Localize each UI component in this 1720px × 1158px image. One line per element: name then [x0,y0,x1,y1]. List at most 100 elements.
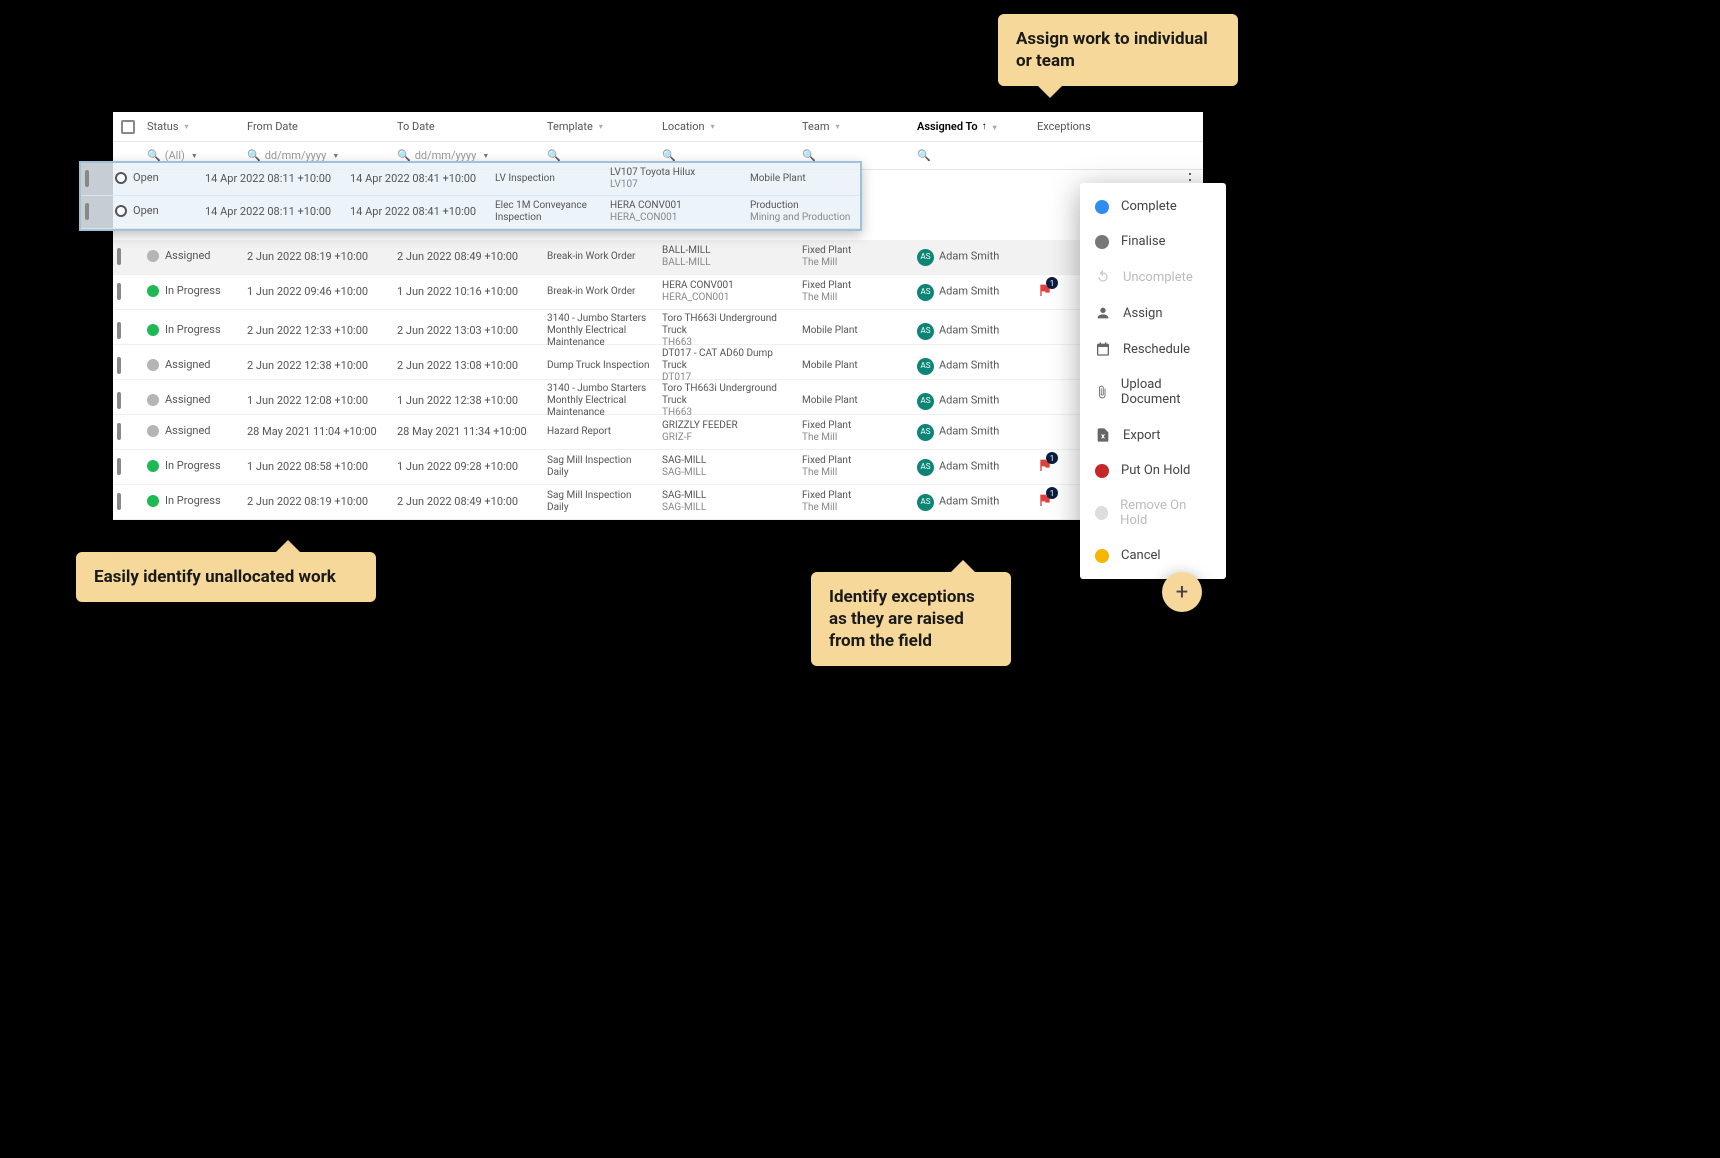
header-status[interactable]: Status [143,120,243,133]
status-dot-icon [115,172,127,184]
finalise-dot-icon [1095,235,1109,249]
row-checkbox[interactable] [113,321,143,340]
from-cell: 28 May 2021 11:04 +10:00 [243,422,393,441]
assigned-cell: ASAdam Smith [913,281,1033,304]
table-header-row: Status From Date To Date Template Locati… [113,112,1203,142]
menu-assign[interactable]: Assign [1080,295,1226,331]
template-cell: Dump Truck Inspection [543,357,658,375]
to-cell: 28 May 2021 11:34 +10:00 [393,422,543,441]
table-row[interactable]: In Progress 1 Jun 2022 08:58 +10:00 1 Ju… [113,450,1203,485]
team-cell: Mobile Plant [798,357,913,375]
from-cell: 1 Jun 2022 08:58 +10:00 [243,457,393,476]
status-dot-icon [147,495,159,507]
status-dot-icon [115,205,127,217]
filter-assigned[interactable]: 🔍 [913,149,1033,162]
header-checkbox[interactable] [113,120,143,134]
location-cell: HERA CONV001HERA_CON001 [658,277,798,307]
menu-complete[interactable]: Complete [1080,189,1226,224]
table-row[interactable]: Open 14 Apr 2022 08:11 +10:00 14 Apr 202… [81,163,860,196]
row-checkbox[interactable] [113,356,143,375]
header-team[interactable]: Team [798,120,913,133]
location-cell: SAG-MILLSAG-MILL [658,452,798,482]
table-row[interactable]: In Progress 2 Jun 2022 12:33 +10:00 2 Ju… [113,310,1203,345]
table-row[interactable]: Open 14 Apr 2022 08:11 +10:00 14 Apr 202… [81,196,860,229]
location-cell: HERA CONV001HERA_CON001 [606,197,746,227]
status-cell: Open [111,168,201,190]
avatar: AS [917,358,934,375]
avatar: AS [917,249,934,266]
template-cell: 3140 - Jumbo Starters Monthly Electrical… [543,380,658,422]
avatar: AS [917,393,934,410]
status-cell: In Progress [143,320,243,342]
to-cell: 1 Jun 2022 10:16 +10:00 [393,282,543,301]
template-cell: Break-in Work Order [543,248,658,266]
header-to[interactable]: To Date [393,120,543,133]
table-row[interactable]: In Progress 2 Jun 2022 08:19 +10:00 2 Ju… [113,485,1203,520]
team-cell: Mobile Plant [798,392,913,410]
calendar-icon [1095,341,1111,357]
table-row[interactable]: Assigned 2 Jun 2022 08:19 +10:00 2 Jun 2… [113,240,1203,275]
status-dot-icon [147,359,159,371]
assigned-cell: ASAdam Smith [913,246,1033,269]
status-cell: In Progress [143,281,243,303]
assigned-cell: ASAdam Smith [913,491,1033,514]
flag-icon: 1 [1037,457,1053,476]
table-row[interactable]: Assigned 28 May 2021 11:04 +10:00 28 May… [113,415,1203,450]
complete-dot-icon [1095,200,1109,214]
from-cell: 2 Jun 2022 08:19 +10:00 [243,492,393,511]
team-cell: ProductionMining and Production [746,197,866,227]
table-row[interactable]: In Progress 1 Jun 2022 09:46 +10:00 1 Ju… [113,275,1203,310]
status-cell: Assigned [143,390,243,412]
team-cell: Fixed PlantThe Mill [798,452,913,482]
team-cell: Fixed PlantThe Mill [798,242,913,272]
to-cell: 2 Jun 2022 08:49 +10:00 [393,492,543,511]
row-checkbox[interactable] [113,247,143,266]
table-row[interactable]: Assigned 1 Jun 2022 12:08 +10:00 1 Jun 2… [113,380,1203,415]
status-dot-icon [147,250,159,262]
team-cell: Mobile Plant [798,322,913,340]
status-cell: Assigned [143,246,243,268]
menu-hold[interactable]: Put On Hold [1080,453,1226,488]
from-cell: 2 Jun 2022 08:19 +10:00 [243,247,393,266]
assigned-cell: ASAdam Smith [913,320,1033,343]
header-location[interactable]: Location [658,120,798,133]
header-template[interactable]: Template [543,120,658,133]
assigned-cell: ASAdam Smith [913,355,1033,378]
location-cell: LV107 Toyota HiluxLV107 [606,164,746,194]
menu-upload[interactable]: Upload Document [1080,367,1226,417]
status-dot-icon [147,285,159,297]
hold-dot-icon [1095,464,1109,478]
from-cell: 1 Jun 2022 12:08 +10:00 [243,391,393,410]
row-checkbox[interactable] [113,492,143,511]
header-exceptions[interactable]: Exceptions [1033,120,1138,133]
table-row[interactable]: Assigned 2 Jun 2022 12:38 +10:00 2 Jun 2… [113,345,1203,380]
undo-icon [1095,269,1111,285]
row-checkbox[interactable] [81,169,111,188]
avatar: AS [917,459,934,476]
to-cell: 14 Apr 2022 08:41 +10:00 [346,169,491,188]
row-checkbox[interactable] [113,457,143,476]
menu-export[interactable]: Export [1080,417,1226,453]
attachment-icon [1095,384,1109,400]
assigned-cell: ASAdam Smith [913,390,1033,413]
assigned-cell: ASAdam Smith [913,421,1033,444]
menu-finalise[interactable]: Finalise [1080,224,1226,259]
status-dot-icon [147,460,159,472]
menu-cancel[interactable]: Cancel [1080,538,1226,573]
add-button[interactable]: + [1162,572,1202,612]
row-checkbox[interactable] [113,422,143,441]
header-from[interactable]: From Date [243,120,393,133]
menu-uncomplete: Uncomplete [1080,259,1226,295]
row-checkbox[interactable] [113,391,143,410]
from-cell: 1 Jun 2022 09:46 +10:00 [243,282,393,301]
menu-reschedule[interactable]: Reschedule [1080,331,1226,367]
row-checkbox[interactable] [113,282,143,301]
callout-exceptions: Identify exceptions as they are raised f… [811,572,1011,666]
avatar: AS [917,424,934,441]
location-cell: BALL-MILLBALL-MILL [658,242,798,272]
template-cell: Sag Mill Inspection Daily [543,452,658,482]
callout-unallocated: Easily identify unallocated work [76,552,376,602]
row-checkbox[interactable] [81,202,111,221]
header-assigned[interactable]: Assigned To ↑ [913,120,1033,133]
avatar: AS [917,494,934,511]
